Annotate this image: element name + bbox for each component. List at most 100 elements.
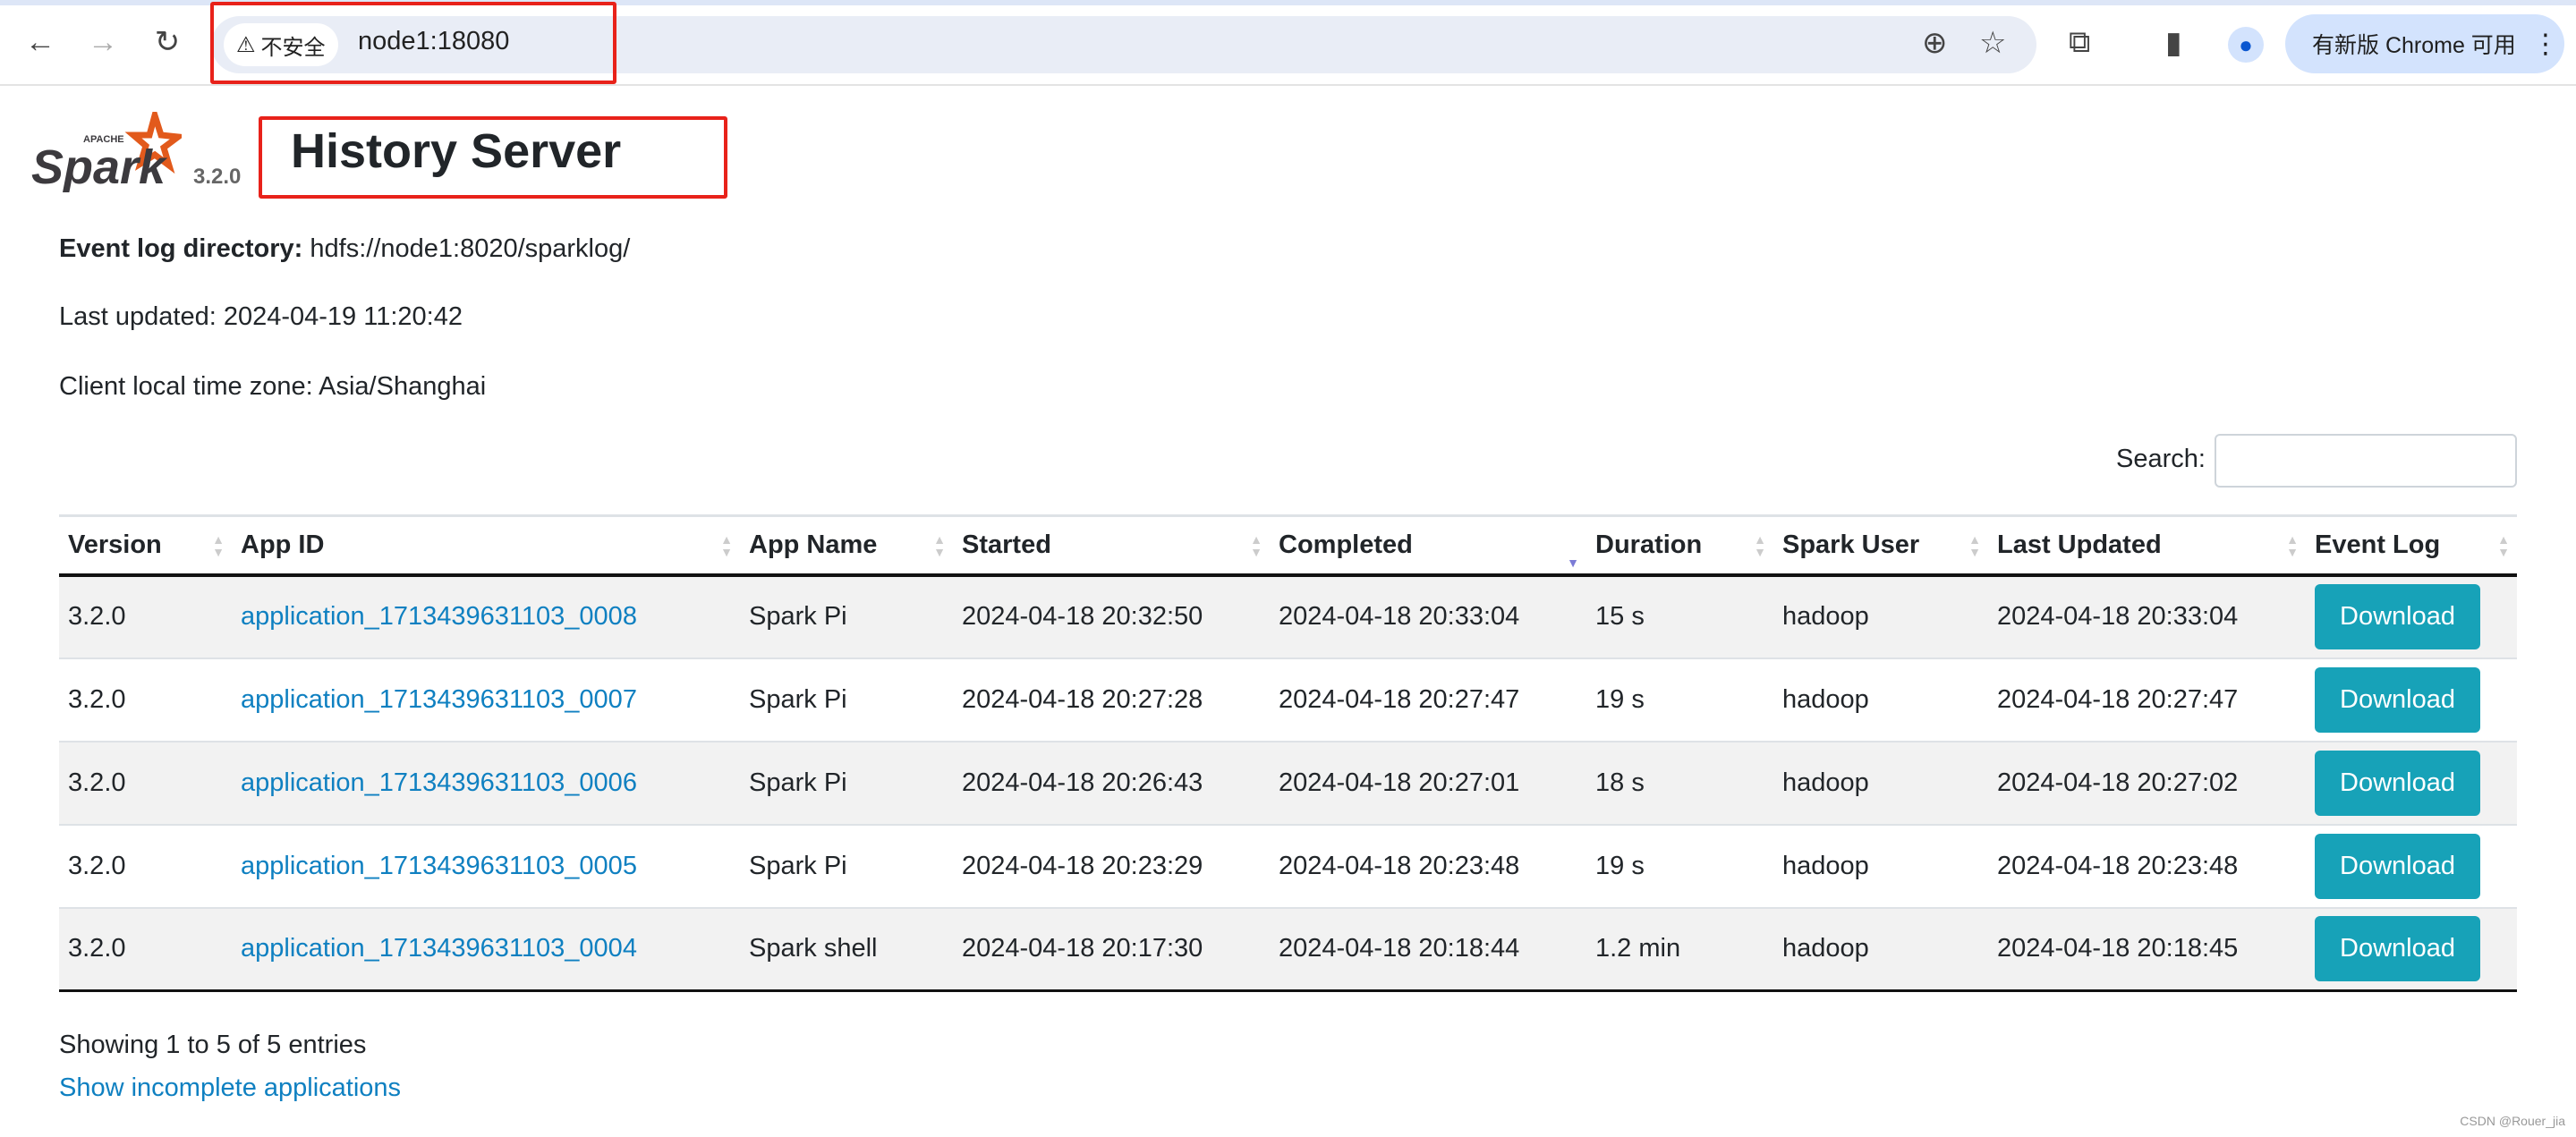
column-header-completed[interactable]: Completed ▲ ▼ xyxy=(1270,514,1586,577)
extensions-icon[interactable]: ⧉ xyxy=(2069,25,2090,60)
app-id-link[interactable]: application_1713439631103_0004 xyxy=(241,934,637,963)
cell-completed: 2024-04-18 20:18:44 xyxy=(1270,906,1586,992)
cell-text: Spark Pi xyxy=(749,768,847,797)
spark-logo: APACHE Spark xyxy=(30,104,187,194)
cell-app-id: application_1713439631103_0007 xyxy=(232,657,740,742)
cell-app-name: Spark Pi xyxy=(740,740,953,825)
entries-info: Showing 1 to 5 of 5 entries xyxy=(59,1031,367,1059)
cell-app-id: application_1713439631103_0006 xyxy=(232,740,740,825)
app-id-link[interactable]: application_1713439631103_0007 xyxy=(241,685,637,714)
side-panel-icon[interactable]: ▮ xyxy=(2165,25,2182,61)
sort-icon[interactable]: ▲ ▼ xyxy=(933,533,946,558)
highlight-box xyxy=(210,2,616,84)
cell-text: Spark Pi xyxy=(749,602,847,631)
cell-version: 3.2.0 xyxy=(59,573,232,658)
download-button[interactable]: Download xyxy=(2315,750,2480,816)
app-id-link[interactable]: application_1713439631103_0006 xyxy=(241,768,637,797)
search-label: Search: xyxy=(2116,445,2206,473)
sort-icon[interactable]: ▲ ▼ xyxy=(212,533,225,558)
cell-last-updated: 2024-04-18 20:27:02 xyxy=(1988,740,2306,825)
sort-icon[interactable]: ▲ ▼ xyxy=(1567,544,1579,569)
column-header-version[interactable]: Version ▲ ▼ xyxy=(59,514,232,577)
download-button[interactable]: Download xyxy=(2315,833,2480,899)
cell-text: Spark Pi xyxy=(749,851,847,880)
table-row: 3.2.0 application_1713439631103_0007 Spark… xyxy=(59,657,2517,742)
update-chrome-button[interactable]: 有新版 Chrome 可用 ⋮ xyxy=(2285,14,2564,73)
cell-text: hadoop xyxy=(1782,851,1869,880)
download-button[interactable]: Download xyxy=(2315,666,2480,733)
cell-last-updated: 2024-04-18 20:18:45 xyxy=(1988,906,2306,992)
app-id-link[interactable]: application_1713439631103_0005 xyxy=(241,852,637,880)
app-id-link[interactable]: application_1713439631103_0008 xyxy=(241,602,637,631)
cell-app-name: Spark Pi xyxy=(740,657,953,742)
column-header-app-id[interactable]: App ID ▲ ▼ xyxy=(232,514,740,577)
sort-icon[interactable]: ▲ ▼ xyxy=(2497,533,2510,558)
sort-icon[interactable]: ▲ ▼ xyxy=(1250,533,1262,558)
column-header-started[interactable]: Started ▲ ▼ xyxy=(953,514,1270,577)
cell-text: 2024-04-18 20:33:04 xyxy=(1279,602,1520,631)
cell-duration: 19 s xyxy=(1586,823,1773,908)
download-button[interactable]: Download xyxy=(2315,584,2480,649)
cell-text: 2024-04-18 20:33:04 xyxy=(1997,602,2239,631)
cell-text: 2024-04-18 20:23:48 xyxy=(1279,851,1520,880)
cell-version: 3.2.0 xyxy=(59,906,232,992)
cell-text: 19 s xyxy=(1595,684,1645,714)
table-row: 3.2.0 application_1713439631103_0006 Spark… xyxy=(59,740,2517,825)
cell-text: 2024-04-18 20:18:45 xyxy=(1997,934,2239,963)
cell-version: 3.2.0 xyxy=(59,657,232,742)
cell-app-name: Spark Pi xyxy=(740,573,953,658)
table-row: 3.2.0 application_1713439631103_0008 Spark… xyxy=(59,573,2517,658)
cell-text: 2024-04-18 20:23:48 xyxy=(1997,851,2239,880)
cell-event-log: Download xyxy=(2306,573,2517,658)
cell-text: hadoop xyxy=(1782,602,1869,631)
sort-icon[interactable]: ▲ ▼ xyxy=(1754,533,1766,558)
cell-started: 2024-04-18 20:26:43 xyxy=(953,740,1270,825)
cell-text: 18 s xyxy=(1595,768,1645,797)
client-timezone: Client local time zone: Asia/Shanghai xyxy=(59,372,487,401)
table-row: 3.2.0 application_1713439631103_0005 Spark… xyxy=(59,823,2517,908)
last-updated: Last updated: 2024-04-19 11:20:42 xyxy=(59,302,463,331)
back-icon[interactable]: ← xyxy=(18,20,63,64)
cell-user: hadoop xyxy=(1773,823,1988,908)
search-input[interactable] xyxy=(2215,434,2517,488)
cell-text: 2024-04-18 20:27:47 xyxy=(1279,684,1520,714)
cell-text: hadoop xyxy=(1782,684,1869,714)
cell-version: 3.2.0 xyxy=(59,740,232,825)
cell-text: 2024-04-18 20:32:50 xyxy=(962,602,1203,631)
cell-completed: 2024-04-18 20:23:48 xyxy=(1270,823,1586,908)
cell-text: Spark Pi xyxy=(749,684,847,714)
cell-app-id: application_1713439631103_0004 xyxy=(232,906,740,992)
cell-event-log: Download xyxy=(2306,906,2517,992)
column-header-duration[interactable]: Duration ▲ ▼ xyxy=(1586,514,1773,577)
reload-icon[interactable]: ↻ xyxy=(145,20,190,64)
cell-text: hadoop xyxy=(1782,934,1869,963)
sort-icon[interactable]: ▲ ▼ xyxy=(1968,533,1981,558)
sort-icon[interactable]: ▲ ▼ xyxy=(2286,533,2299,558)
download-button[interactable]: Download xyxy=(2315,916,2480,982)
cell-text: Spark shell xyxy=(749,934,878,963)
column-header-last-updated[interactable]: Last Updated ▲ ▼ xyxy=(1988,514,2306,577)
cell-event-log: Download xyxy=(2306,823,2517,908)
cell-completed: 2024-04-18 20:27:47 xyxy=(1270,657,1586,742)
star-icon[interactable]: ☆ xyxy=(1979,25,2006,61)
cell-user: hadoop xyxy=(1773,657,1988,742)
cell-user: hadoop xyxy=(1773,740,1988,825)
cell-text: 3.2.0 xyxy=(68,684,126,714)
show-incomplete-link[interactable]: Show incomplete applications xyxy=(59,1073,401,1103)
cell-text: 2024-04-18 20:23:29 xyxy=(962,851,1203,880)
cell-text: 3.2.0 xyxy=(68,851,126,880)
profile-avatar-icon[interactable]: ● xyxy=(2228,27,2264,63)
column-header-app-name[interactable]: App Name ▲ ▼ xyxy=(740,514,953,577)
menu-icon[interactable]: ⋮ xyxy=(2532,29,2559,60)
applications-table: Version ▲ ▼ App ID ▲ ▼ App Name ▲ ▼ Started ▲ ▼ Comp… xyxy=(59,514,2517,992)
sort-icon[interactable]: ▲ ▼ xyxy=(720,533,733,558)
zoom-icon[interactable]: ⊕ xyxy=(1922,25,1948,61)
cell-app-id: application_1713439631103_0005 xyxy=(232,823,740,908)
cell-app-name: Spark Pi xyxy=(740,823,953,908)
cell-event-log: Download xyxy=(2306,657,2517,742)
forward-icon[interactable]: → xyxy=(81,20,125,64)
column-header-event-log[interactable]: Event Log ▲ ▼ xyxy=(2306,514,2517,577)
cell-event-log: Download xyxy=(2306,740,2517,825)
column-header-spark-user[interactable]: Spark User ▲ ▼ xyxy=(1773,514,1988,577)
cell-text: 2024-04-18 20:26:43 xyxy=(962,768,1203,797)
